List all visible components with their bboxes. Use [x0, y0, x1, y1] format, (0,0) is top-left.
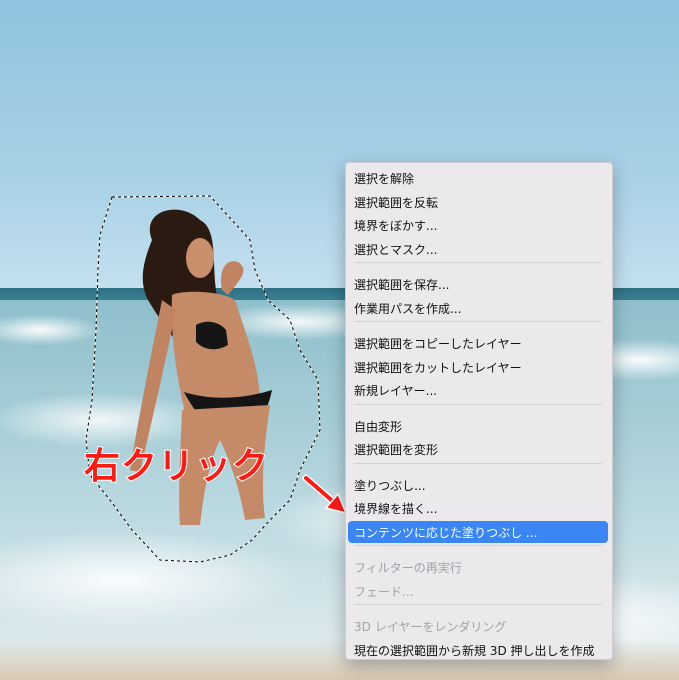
menu-item[interactable]: 自由変形: [354, 419, 402, 435]
menu-item[interactable]: 新規レイヤー...: [354, 383, 437, 399]
menu-item[interactable]: 塗りつぶし...: [354, 478, 426, 494]
menu-item: フェード...: [354, 584, 414, 599]
menu-item: フィルターの再実行: [354, 561, 462, 575]
menu-item[interactable]: 選択範囲をカットしたレイヤー: [354, 360, 522, 376]
menu-item[interactable]: 境界線を描く...: [354, 501, 437, 517]
menu-item[interactable]: コンテンツに応じた塗りつぶし ...: [354, 525, 537, 541]
menu-separator: [354, 262, 602, 263]
menu-item[interactable]: 選択範囲をコピーしたレイヤー: [354, 336, 522, 352]
menu-item[interactable]: 選択範囲を保存...: [354, 277, 449, 293]
menu-separator: [354, 462, 602, 464]
menu-item[interactable]: 選択範囲を反転: [354, 195, 438, 211]
menu-separator: [354, 545, 602, 546]
menu-separator: [354, 403, 602, 405]
context-menu[interactable]: 選択を解除選択範囲を反転 境界をぼかす... 選択とマスク... 選択範囲を保存...…: [345, 162, 613, 660]
menu-item[interactable]: 選択を解除: [354, 171, 414, 187]
menu-separator: [354, 321, 602, 322]
photo-canvas[interactable]: 右クリック 選択を解除選択範囲を反転 境界をぼかす... 選択とマスク... 選択範囲…: [0, 0, 679, 680]
right-click-callout: 右クリック: [83, 445, 270, 488]
menu-item[interactable]: 境界をぼかす...: [354, 218, 437, 234]
menu-item: 3D レイヤーをレンダリング: [354, 620, 507, 634]
menu-item[interactable]: 選択範囲を変形: [354, 442, 438, 458]
menu-item[interactable]: 選択とマスク...: [354, 242, 437, 258]
menu-item[interactable]: 作業用パスを作成...: [354, 301, 461, 317]
menu-item[interactable]: 現在の選択範囲から新規 3D 押し出しを作成: [354, 643, 595, 659]
menu-separator: [354, 604, 602, 605]
